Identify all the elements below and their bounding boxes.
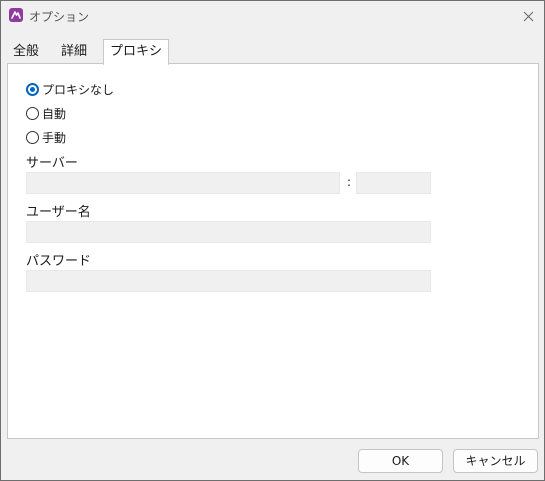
port-input[interactable] (356, 172, 431, 194)
title-bar: オプション (1, 1, 544, 31)
ok-button[interactable]: OK (358, 449, 443, 473)
radio-label: 自動 (42, 106, 67, 121)
password-input[interactable] (26, 270, 431, 292)
radio-button[interactable] (26, 130, 39, 144)
radio-auto[interactable]: 自動 (26, 105, 66, 121)
window-title: オプション (29, 10, 90, 24)
password-label: パスワード (26, 254, 92, 269)
server-input[interactable] (26, 172, 340, 194)
tab-proxy[interactable]: プロキシ (103, 39, 170, 65)
radio-button[interactable] (26, 106, 39, 120)
radio-no-proxy[interactable]: プロキシなし (26, 81, 114, 97)
tab-general[interactable]: 全般 (7, 41, 46, 64)
cancel-button[interactable]: キャンセル (453, 449, 538, 473)
app-logo-icon (9, 8, 23, 22)
server-label: サーバー (26, 156, 78, 171)
close-icon (523, 11, 533, 21)
close-button[interactable] (518, 6, 538, 26)
radio-label: 手動 (42, 130, 67, 145)
proxy-panel: プロキシなし 自動 手動 サーバー : ユーザー名 パスワード (7, 63, 539, 439)
options-dialog: オプション 全般 詳細 プロキシ プロキシなし 自動 手動 サーバー : ユーザ… (0, 0, 545, 481)
port-separator: : (347, 175, 352, 189)
username-input[interactable] (26, 221, 431, 243)
radio-label: プロキシなし (42, 82, 115, 97)
radio-manual[interactable]: 手動 (26, 129, 66, 145)
radio-button-checked[interactable] (26, 82, 39, 96)
tab-advanced[interactable]: 詳細 (55, 41, 94, 64)
username-label: ユーザー名 (26, 205, 91, 220)
